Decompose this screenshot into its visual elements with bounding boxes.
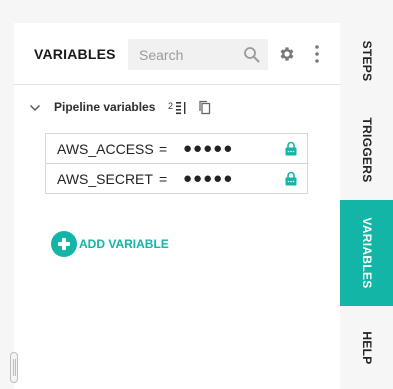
tab-steps[interactable]: STEPS xyxy=(340,23,393,99)
tab-label: STEPS xyxy=(359,40,374,82)
variable-row[interactable]: AWS_ACCESS = ●●●●● xyxy=(45,133,308,164)
tab-label: VARIABLES xyxy=(359,217,374,289)
more-vertical-icon[interactable] xyxy=(310,44,324,64)
tab-label: HELP xyxy=(359,330,374,365)
search-box[interactable]: Search xyxy=(128,39,268,70)
add-variable-label[interactable]: ADD VARIABLE xyxy=(79,237,169,251)
side-tab-bar: STEPS TRIGGERS VARIABLES HELP xyxy=(340,23,393,389)
add-variable-button[interactable]: ADD VARIABLE xyxy=(51,231,211,257)
group-label: Pipeline variables xyxy=(54,100,156,114)
equals-sign: = xyxy=(159,171,168,187)
variable-count: 2 xyxy=(168,101,174,111)
search-icon[interactable] xyxy=(243,46,260,63)
lock-icon[interactable] xyxy=(285,171,297,186)
panel-header: VARIABLES Search xyxy=(14,23,340,85)
variable-list: AWS_ACCESS = ●●●●● AWS_SECRET = ●●●●● xyxy=(45,133,308,194)
search-input[interactable]: Search xyxy=(139,47,183,63)
variables-panel: VARIABLES Search Pipeline variables 2 AW… xyxy=(14,23,340,389)
tab-triggers[interactable]: TRIGGERS xyxy=(340,99,393,200)
tab-label: TRIGGERS xyxy=(359,116,374,183)
tab-variables[interactable]: VARIABLES xyxy=(340,200,393,306)
gear-icon[interactable] xyxy=(278,45,296,63)
resize-handle[interactable] xyxy=(10,352,18,383)
equals-sign: = xyxy=(159,141,168,157)
variable-row[interactable]: AWS_SECRET = ●●●●● xyxy=(45,163,308,194)
panel-title: VARIABLES xyxy=(34,46,116,62)
variable-value[interactable]: ●●●●● xyxy=(183,140,233,157)
pipeline-variables-group[interactable]: Pipeline variables 2 xyxy=(28,99,328,119)
variable-value[interactable]: ●●●●● xyxy=(183,170,233,187)
lock-icon[interactable] xyxy=(285,141,297,156)
tab-help[interactable]: HELP xyxy=(340,306,393,389)
variable-name[interactable]: AWS_SECRET xyxy=(57,171,153,187)
chevron-down-icon[interactable] xyxy=(29,103,41,113)
sort-icon[interactable] xyxy=(175,101,187,115)
variable-name[interactable]: AWS_ACCESS xyxy=(57,141,154,157)
plus-circle-icon[interactable] xyxy=(51,231,77,257)
copy-icon[interactable] xyxy=(198,100,211,115)
